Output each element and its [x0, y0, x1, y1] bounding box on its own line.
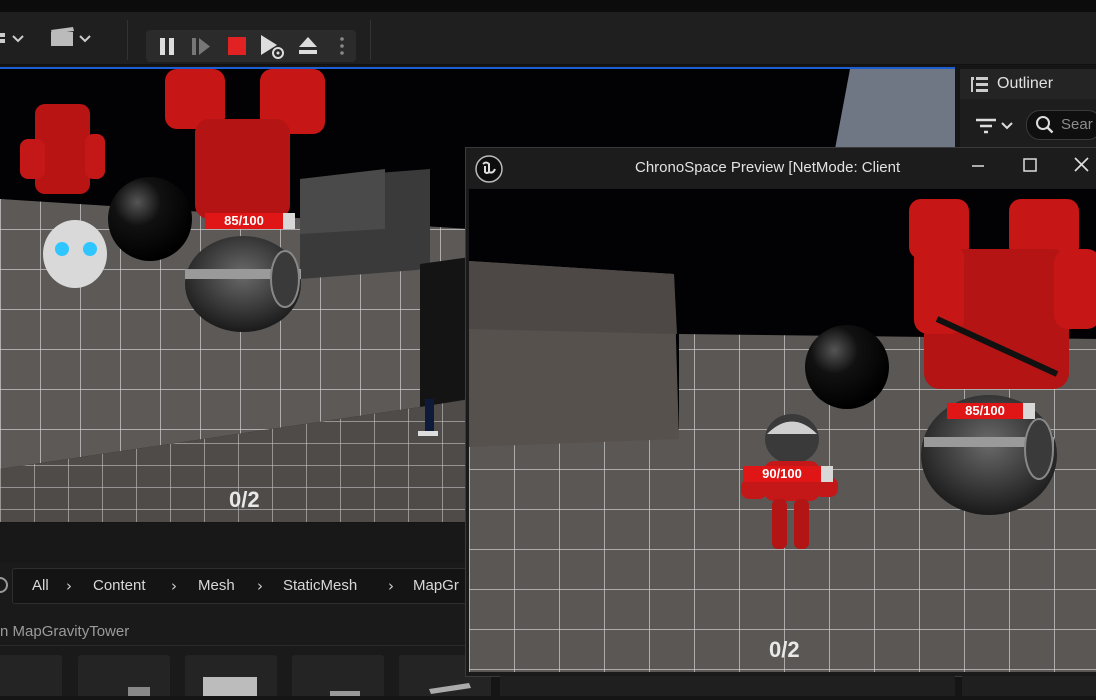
preview-window[interactable]: ChronoSpace Preview [NetMode: Client 85/… — [465, 147, 1096, 677]
objective-counter: 0/2 — [769, 637, 800, 662]
sequencer-icon — [51, 27, 91, 46]
divider — [0, 645, 465, 646]
asset-tile[interactable] — [78, 655, 170, 696]
outliner-title: Outliner — [997, 75, 1054, 92]
pause-button[interactable] — [154, 34, 180, 58]
maximize-icon — [1023, 158, 1037, 172]
content-browser: All › Content › Mesh › StaticMesh › MapG… — [0, 523, 491, 696]
preview-scene — [469, 189, 1096, 672]
breadcrumb-all[interactable]: All — [32, 569, 49, 603]
health-bar-enemy: 85/100 — [947, 403, 1035, 419]
chevron-right-icon[interactable]: › — [388, 569, 394, 603]
content-browser-toolbar — [0, 523, 465, 563]
mode-menu-button[interactable] — [0, 22, 30, 54]
play-options-button[interactable] — [256, 32, 286, 60]
more-options-button[interactable] — [332, 34, 352, 58]
folder-label: n MapGravityTower — [0, 623, 130, 640]
play-options-icon — [261, 35, 284, 59]
toolbar-separator — [127, 20, 128, 60]
asset-tile[interactable] — [0, 655, 62, 696]
pause-icon — [160, 38, 174, 55]
title-strip — [0, 0, 1096, 12]
maximize-button[interactable] — [1012, 153, 1047, 179]
health-bar: 85/100 — [205, 213, 295, 229]
stop-icon — [228, 37, 246, 55]
play-controls — [146, 30, 356, 62]
health-bar-player: 90/100 — [743, 466, 833, 482]
mesh-thumbnail-icon — [330, 691, 360, 696]
chevron-right-icon[interactable]: › — [171, 569, 177, 603]
asset-tile[interactable] — [185, 655, 277, 696]
eject-button[interactable] — [294, 34, 322, 58]
chevron-right-icon[interactable]: › — [257, 569, 263, 603]
more-icon — [340, 37, 344, 55]
asset-tile[interactable] — [292, 655, 384, 696]
frame-skip-icon — [192, 38, 210, 55]
close-icon — [1074, 157, 1089, 172]
breadcrumb-content[interactable]: Content — [93, 569, 146, 603]
preview-game-viewport[interactable]: 85/100 90/100 0/2 — [469, 189, 1096, 672]
search-placeholder: Sear — [1061, 116, 1093, 133]
eject-icon — [299, 37, 317, 54]
mesh-thumbnail-icon — [128, 687, 150, 696]
mode-menu-icon — [0, 33, 24, 43]
breadcrumb-staticmesh[interactable]: StaticMesh — [283, 569, 357, 603]
outliner-header: Outliner — [960, 69, 1096, 99]
toolbar-separator — [370, 20, 371, 60]
outliner-search-input[interactable]: Sear — [1026, 110, 1096, 140]
preview-titlebar[interactable]: ChronoSpace Preview [NetMode: Client — [466, 148, 1096, 188]
frame-skip-button[interactable] — [188, 34, 214, 58]
mesh-thumbnail-icon — [203, 677, 257, 696]
search-icon — [1036, 116, 1054, 134]
main-toolbar — [0, 12, 1096, 65]
breadcrumb: All › Content › Mesh › StaticMesh › MapG… — [12, 568, 467, 604]
objective-counter: 0/2 — [229, 487, 260, 512]
breadcrumb-mapgravitytower[interactable]: MapGr — [413, 569, 459, 603]
breadcrumb-mesh[interactable]: Mesh — [198, 569, 235, 603]
sequencer-button[interactable] — [48, 22, 96, 54]
details-panel-strip — [500, 676, 955, 696]
minimize-icon — [972, 165, 984, 167]
history-icon[interactable] — [0, 575, 10, 595]
preview-window-title: ChronoSpace Preview [NetMode: Client — [635, 159, 901, 176]
unreal-logo-icon — [475, 155, 503, 183]
filter-icon — [976, 118, 1013, 134]
outliner-filter-button[interactable] — [974, 113, 1020, 139]
outliner-icon — [971, 77, 988, 92]
details-panel-strip — [962, 676, 1096, 696]
stop-button[interactable] — [224, 34, 250, 58]
minimize-button[interactable] — [961, 153, 996, 179]
chevron-right-icon[interactable]: › — [66, 569, 72, 603]
close-button[interactable] — [1064, 153, 1096, 179]
